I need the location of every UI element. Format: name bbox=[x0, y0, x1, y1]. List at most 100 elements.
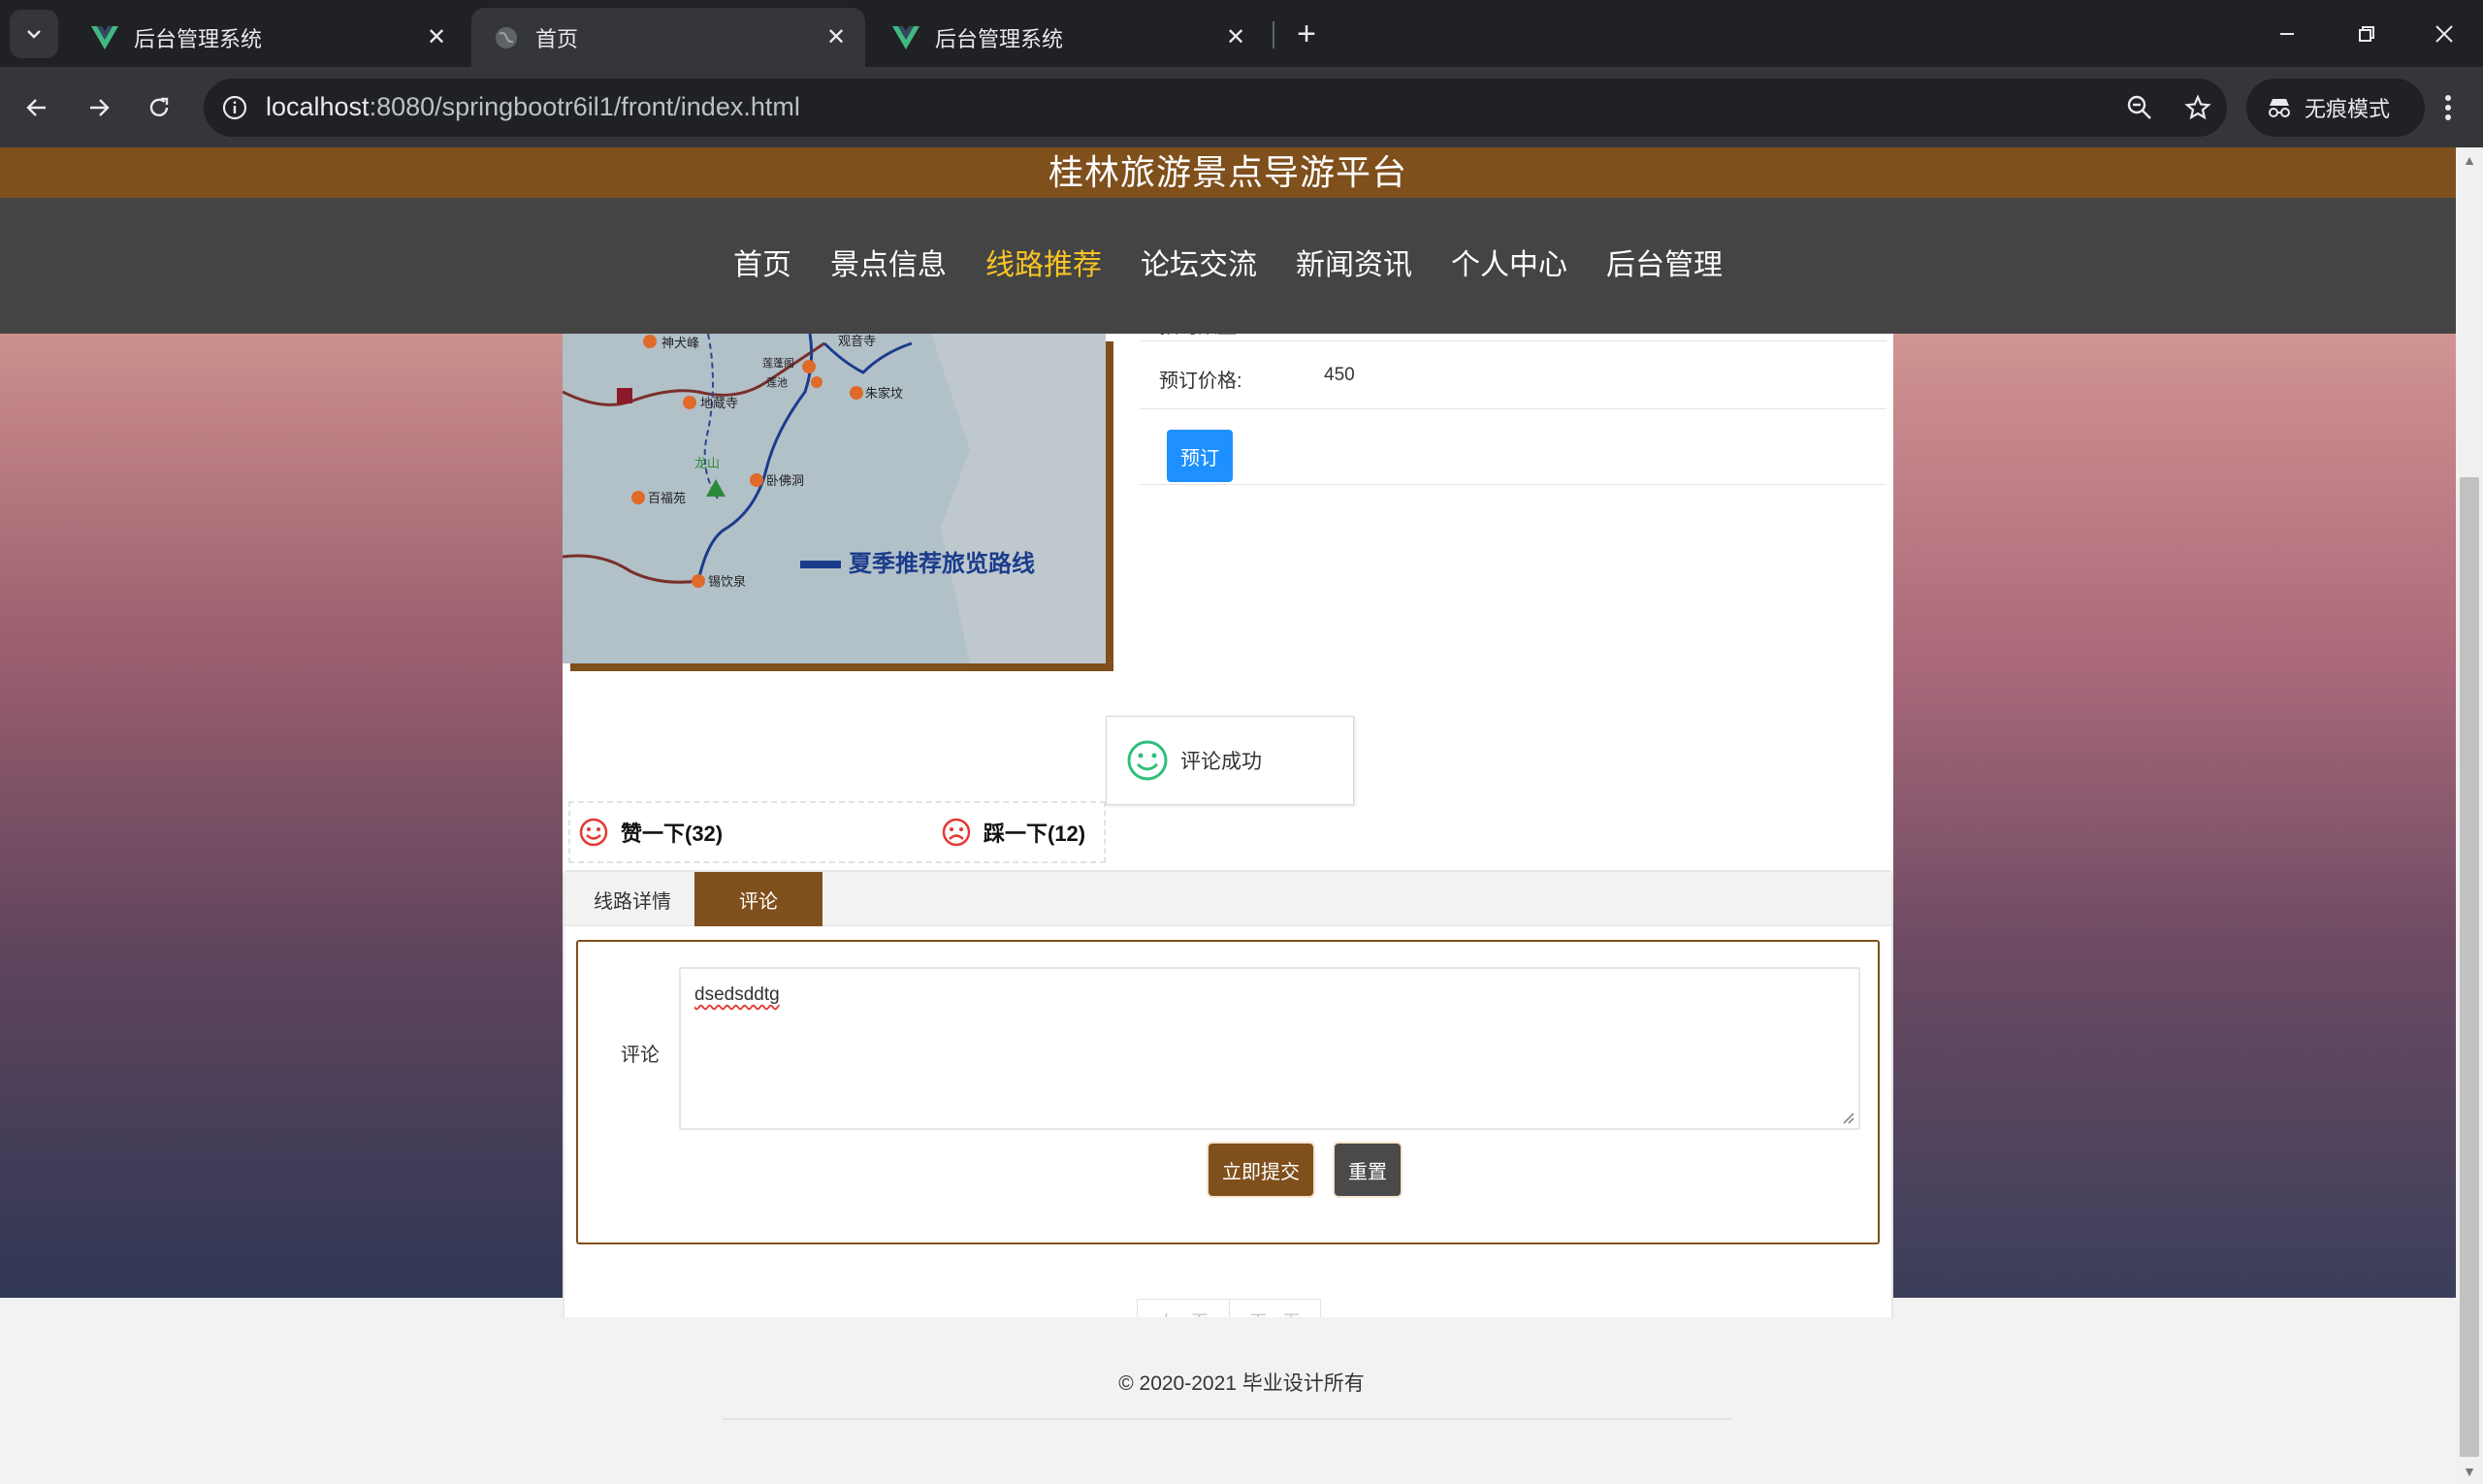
arrow-right-icon bbox=[90, 99, 110, 116]
browser-tab-title: 后台管理系统 bbox=[935, 26, 1064, 51]
book-row bbox=[1140, 409, 1886, 485]
main-nav: 首页 景点信息 线路推荐 论坛交流 新闻资讯 个人中心 后台管理 bbox=[0, 198, 2456, 334]
nav-item-routes[interactable]: 线路推荐 bbox=[966, 241, 1121, 283]
footer-divider bbox=[723, 1418, 1731, 1420]
smile-icon bbox=[578, 817, 609, 848]
detail-tabs-card: 线路详情 评论 评论 dsedsddtg 立即提交 重置 上一页 下一页 bbox=[563, 870, 1893, 1386]
dislike-button[interactable]: 踩一下(12) bbox=[941, 817, 1085, 848]
browser-tab-title: 后台管理系统 bbox=[134, 26, 263, 51]
arrow-left-icon bbox=[26, 99, 46, 116]
copyright-text: © 2020-2021 毕业设计所有 bbox=[1118, 1372, 1365, 1395]
reload-button[interactable] bbox=[136, 84, 182, 131]
tab-separator bbox=[1273, 21, 1274, 48]
nav-item-forum[interactable]: 论坛交流 bbox=[1121, 241, 1276, 283]
restore-icon bbox=[2359, 26, 2374, 42]
nav-item-home[interactable]: 首页 bbox=[714, 241, 811, 283]
browser-tabstrip: 后台管理系统 ✕ 首页 ✕ 后台管理系统 ✕ + bbox=[0, 0, 2483, 67]
scroll-down-arrow-icon[interactable]: ▼ bbox=[2463, 1465, 2476, 1478]
globe-icon bbox=[493, 24, 520, 51]
minimize-button[interactable] bbox=[2258, 10, 2316, 58]
nav-list: 首页 景点信息 线路推荐 论坛交流 新闻资讯 个人中心 后台管理 bbox=[0, 198, 2456, 283]
incognito-indicator[interactable]: 无痕模式 bbox=[2246, 79, 2425, 137]
forward-button[interactable] bbox=[76, 84, 122, 131]
price-value: 450 bbox=[1324, 365, 1355, 385]
map-label: 神犬峰 bbox=[661, 336, 699, 350]
reset-button[interactable]: 重置 bbox=[1335, 1144, 1401, 1196]
tabs-header: 线路详情 评论 bbox=[564, 872, 1891, 926]
nav-item-attractions[interactable]: 景点信息 bbox=[811, 241, 966, 283]
nav-item-profile[interactable]: 个人中心 bbox=[1432, 241, 1587, 283]
browser-toolbar: localhost:8080/springbootr6il1/front/ind… bbox=[0, 67, 2483, 147]
restore-button[interactable] bbox=[2338, 10, 2396, 58]
vote-box: 赞一下(32) 踩一下(12) bbox=[568, 801, 1106, 863]
address-bar[interactable]: localhost:8080/springbootr6il1/front/ind… bbox=[204, 79, 2227, 137]
price-row: 预订价格: 450 bbox=[1140, 341, 1886, 409]
route-map-drawing: 神犬峰 观音寺 莲蓬阁 莲池 朱家坟 地蔵寺 龙山 卧佛洞 百福苑 锡饮泉 夏季… bbox=[563, 334, 1106, 663]
bookmark-star-icon[interactable] bbox=[2178, 88, 2217, 127]
map-label: 龙山 bbox=[694, 456, 720, 470]
map-label: 莲池 bbox=[766, 376, 788, 389]
comment-textarea[interactable]: dsedsddtg bbox=[679, 967, 1860, 1130]
like-button[interactable]: 赞一下(32) bbox=[578, 817, 723, 848]
site-title-bar: 桂林旅游景点导游平台 bbox=[0, 147, 2456, 198]
sad-face-icon bbox=[941, 817, 972, 848]
nav-item-admin[interactable]: 后台管理 bbox=[1587, 241, 1742, 283]
close-icon[interactable]: ✕ bbox=[1218, 20, 1253, 55]
map-label: 百福苑 bbox=[648, 491, 686, 505]
toast-message: 评论成功 bbox=[1180, 751, 1262, 773]
browser-tab-1[interactable]: 后台管理系统 ✕ bbox=[70, 8, 466, 67]
close-icon[interactable]: ✕ bbox=[419, 20, 454, 55]
comment-success-toast: 评论成功 bbox=[1106, 716, 1354, 805]
browser-tab-title: 首页 bbox=[535, 26, 579, 51]
site-footer: © 2020-2021 毕业设计所有 bbox=[0, 1317, 2456, 1484]
back-button[interactable] bbox=[14, 84, 60, 131]
comment-text: dsedsddtg bbox=[694, 984, 780, 1005]
dislike-label: 踩一下(12) bbox=[984, 822, 1086, 846]
smile-icon bbox=[1126, 739, 1169, 782]
zoom-icon[interactable] bbox=[2120, 88, 2159, 127]
like-label: 赞一下(32) bbox=[621, 822, 724, 846]
chevron-down-icon bbox=[27, 30, 41, 39]
page-viewport: 神犬峰 观音寺 莲蓬阁 莲池 朱家坟 地蔵寺 龙山 卧佛洞 百福苑 锡饮泉 夏季… bbox=[0, 147, 2456, 1484]
site-title: 桂林旅游景点导游平台 bbox=[1048, 152, 1407, 192]
info-icon[interactable] bbox=[215, 88, 254, 127]
browser-menu-button[interactable] bbox=[2425, 84, 2471, 131]
map-label: 锡饮泉 bbox=[708, 574, 746, 589]
scrollbar-thumb[interactable] bbox=[2460, 477, 2479, 1457]
vue-logo-icon bbox=[892, 24, 919, 51]
map-label: 观音寺 bbox=[838, 334, 876, 348]
more-vert-icon bbox=[2445, 95, 2451, 120]
browser-tab-3[interactable]: 后台管理系统 ✕ bbox=[871, 8, 1265, 67]
submit-button[interactable]: 立即提交 bbox=[1209, 1144, 1313, 1196]
incognito-label: 无痕模式 bbox=[2305, 97, 2391, 121]
resize-grip-icon[interactable] bbox=[1841, 1111, 1854, 1124]
map-label: 莲蓬阁 bbox=[762, 356, 794, 370]
map-label: 朱家坟 bbox=[865, 386, 903, 401]
close-icon bbox=[2435, 25, 2453, 43]
tab-comments[interactable]: 评论 bbox=[694, 872, 822, 926]
page-scrollbar[interactable]: ▲ ▼ bbox=[2456, 147, 2483, 1484]
reload-icon bbox=[149, 97, 169, 116]
vue-logo-icon bbox=[91, 24, 118, 51]
comment-form: 评论 dsedsddtg 立即提交 重置 bbox=[576, 940, 1880, 1244]
nav-item-news[interactable]: 新闻资讯 bbox=[1276, 241, 1432, 283]
url-text: localhost:8080/springbootr6il1/front/ind… bbox=[266, 92, 800, 122]
close-icon[interactable]: ✕ bbox=[819, 20, 854, 55]
incognito-icon bbox=[2266, 96, 2293, 119]
url-host: localhost bbox=[266, 92, 370, 121]
close-window-button[interactable] bbox=[2415, 10, 2473, 58]
price-label: 预订价格: bbox=[1159, 371, 1242, 392]
scroll-up-arrow-icon[interactable]: ▲ bbox=[2463, 153, 2476, 167]
map-label: 卧佛洞 bbox=[766, 473, 804, 488]
tab-route-detail[interactable]: 线路详情 bbox=[574, 872, 691, 926]
new-tab-button[interactable]: + bbox=[1286, 14, 1327, 54]
book-button[interactable]: 预订 bbox=[1167, 430, 1233, 482]
route-map-image: 神犬峰 观音寺 莲蓬阁 莲池 朱家坟 地蔵寺 龙山 卧佛洞 百福苑 锡饮泉 夏季… bbox=[563, 334, 1106, 663]
url-path: :8080/springbootr6il1/front/index.html bbox=[369, 92, 800, 121]
browser-tab-2[interactable]: 首页 ✕ bbox=[471, 8, 865, 67]
comment-label: 评论 bbox=[621, 1045, 660, 1066]
map-label: 地蔵寺 bbox=[700, 396, 738, 410]
tab-search-button[interactable] bbox=[10, 10, 58, 58]
minimize-icon bbox=[2280, 33, 2294, 35]
map-caption: 夏季推荐旅览路线 bbox=[849, 550, 1035, 577]
